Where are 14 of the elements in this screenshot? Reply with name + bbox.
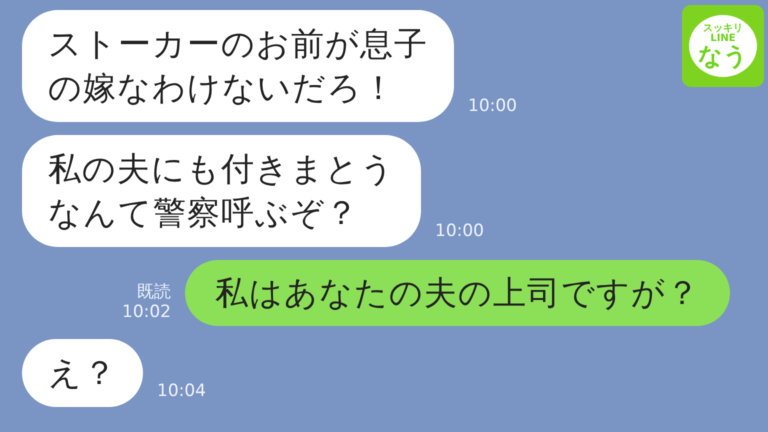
logo-text: スッキリ	[703, 24, 743, 34]
message-text: 私の夫にも付きまとう	[48, 148, 395, 190]
logo-text: LINE	[710, 34, 736, 44]
message-text: 私はあなたの夫の上司ですが？	[215, 272, 700, 314]
read-receipt: 既読	[137, 282, 171, 302]
message-time: 10:02	[122, 302, 171, 322]
message-time: 10:00	[435, 221, 484, 241]
message-text: の嫁なわけないだろ！	[48, 67, 397, 109]
message-time: 10:04	[157, 381, 206, 401]
logo-text: なう	[698, 44, 748, 68]
message-text: え？	[48, 352, 117, 394]
message-text: なんて警察呼ぶぞ？	[48, 192, 360, 234]
message-text: ストーカーのお前が息子	[48, 23, 428, 65]
message-time: 10:00	[468, 96, 517, 116]
